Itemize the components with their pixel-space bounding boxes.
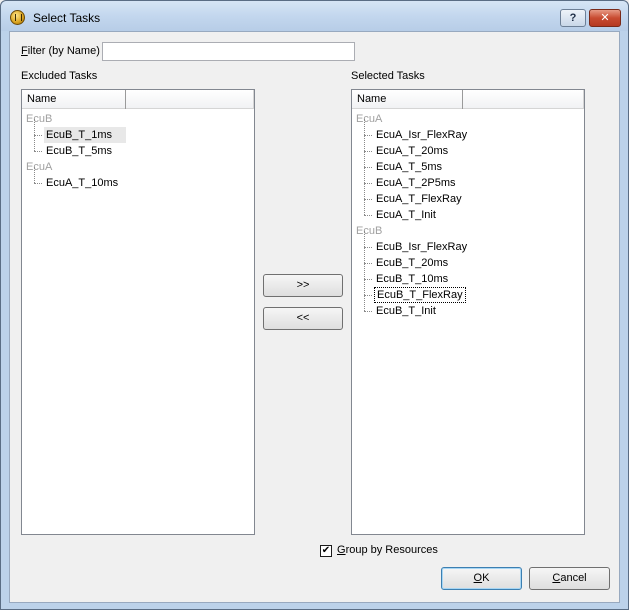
tree-item[interactable]: EcuA_T_20ms (352, 135, 584, 159)
tree-item-label: EcuB_T_20ms (376, 257, 449, 269)
group-by-text: roup by Resources (345, 544, 438, 556)
tree-item[interactable]: EcuB_T_FlexRay (352, 279, 584, 303)
tree-group[interactable]: EcuA (22, 159, 254, 175)
tree-item-label: EcuA_Isr_FlexRay (376, 129, 468, 141)
tree-item-label: EcuB_Isr_FlexRay (376, 241, 468, 253)
help-button[interactable]: ? (560, 9, 586, 27)
tree-item[interactable]: EcuA_T_2P5ms (352, 167, 584, 191)
tree-item[interactable]: EcuA_T_Init (352, 199, 584, 223)
tree-item-label: EcuA_T_2P5ms (376, 177, 456, 189)
tree-item[interactable]: EcuA_T_10ms (22, 167, 254, 191)
add-tasks-button[interactable]: >> (263, 274, 343, 297)
excluded-tasks-label: Excluded Tasks (21, 70, 98, 82)
cancel-button[interactable]: Cancel (529, 567, 610, 590)
tree-item[interactable]: EcuB_Isr_FlexRay (352, 231, 584, 255)
excluded-name-column-header[interactable]: Name (22, 90, 126, 109)
selected-name-column-header[interactable]: Name (352, 90, 463, 109)
tree-group[interactable]: EcuB (352, 223, 584, 239)
tree-item[interactable]: EcuB_T_20ms (352, 247, 584, 271)
select-tasks-dialog: Select Tasks ? ✕ Filter (by Name) Exclud… (0, 0, 629, 610)
tree-item-label: EcuA_T_5ms (376, 161, 443, 173)
group-by-resources-checkbox[interactable]: ✔ (320, 545, 332, 557)
dialog-body: Filter (by Name) Excluded Tasks Selected… (9, 31, 620, 603)
selected-tasks-list[interactable]: Name EcuA EcuA_Isr_FlexRay EcuA_T_20ms E… (351, 89, 585, 535)
selected-list-header: Name (352, 90, 584, 109)
tree-item[interactable]: EcuB_T_1ms (22, 119, 254, 143)
excluded-empty-column-header (126, 90, 254, 109)
selected-tasks-label: Selected Tasks (351, 70, 425, 82)
tree-group[interactable]: EcuB (22, 111, 254, 127)
filter-label: Filter (by Name) (21, 45, 100, 57)
ok-mnemonic: O (473, 572, 483, 584)
filter-label-mnemonic: F (21, 45, 28, 57)
tree-item[interactable]: EcuB_T_Init (352, 295, 584, 319)
excluded-tasks-list[interactable]: Name EcuB EcuB_T_1ms EcuB_T_5ms EcuA Ecu… (21, 89, 255, 535)
tree-item[interactable]: EcuB_T_5ms (22, 135, 254, 159)
selected-empty-column-header (463, 90, 584, 109)
tree-item[interactable]: EcuB_T_10ms (352, 263, 584, 287)
tree-item-label: EcuA_T_10ms (46, 177, 119, 189)
title-bar[interactable]: Select Tasks ? ✕ (1, 1, 628, 31)
app-logo-icon (10, 10, 25, 25)
group-by-mnemonic: G (337, 544, 346, 556)
selected-rows: EcuA EcuA_Isr_FlexRay EcuA_T_20ms EcuA_T… (352, 111, 584, 319)
group-by-resources-label[interactable]: Group by Resources (337, 544, 438, 556)
cancel-text: ancel (560, 572, 587, 584)
remove-tasks-button[interactable]: << (263, 307, 343, 330)
tree-item[interactable]: EcuA_T_FlexRay (352, 183, 584, 207)
tree-item-label: EcuB_T_5ms (46, 145, 113, 157)
tree-item-label: EcuB_T_10ms (376, 273, 449, 285)
tree-item-label: EcuB_T_FlexRay (374, 287, 466, 303)
tree-item-label: EcuA_T_20ms (376, 145, 449, 157)
window-title: Select Tasks (33, 11, 101, 25)
ok-button[interactable]: OK (441, 567, 522, 590)
tree-item-label: EcuA_T_Init (376, 209, 436, 221)
excluded-rows: EcuB EcuB_T_1ms EcuB_T_5ms EcuA EcuA_T_1… (22, 111, 254, 191)
tree-item[interactable]: EcuA_T_5ms (352, 151, 584, 175)
tree-item-label: EcuB_T_1ms (44, 127, 126, 143)
tree-group[interactable]: EcuA (352, 111, 584, 127)
filter-label-text: ilter (by Name) (27, 45, 100, 57)
close-button[interactable]: ✕ (589, 9, 621, 27)
tree-item-label: EcuA_T_FlexRay (376, 193, 462, 205)
ok-text: K (482, 572, 490, 584)
tree-item-label: EcuB_T_Init (376, 305, 436, 317)
filter-input[interactable] (102, 42, 355, 61)
tree-item[interactable]: EcuA_Isr_FlexRay (352, 119, 584, 143)
excluded-list-header: Name (22, 90, 254, 109)
